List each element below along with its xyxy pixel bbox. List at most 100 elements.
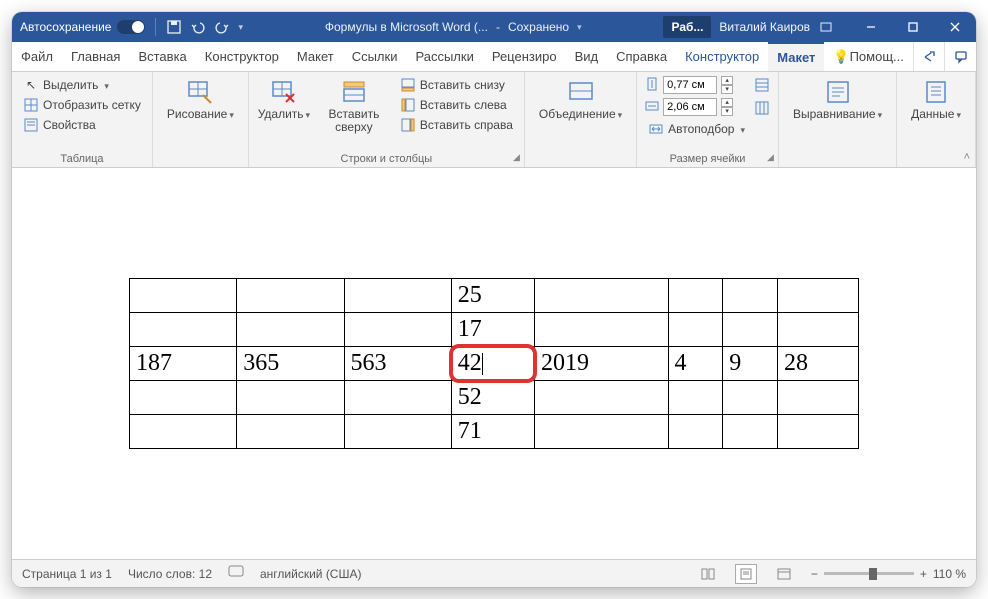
language-indicator[interactable]: английский (США) xyxy=(260,567,361,581)
table-cell[interactable]: 28 xyxy=(777,347,858,381)
zoom-slider[interactable]: − + 110 % xyxy=(811,567,966,581)
minimize-button[interactable] xyxy=(850,12,892,42)
tab-view[interactable]: Вид xyxy=(566,42,608,71)
distribute-cols-icon[interactable] xyxy=(754,100,770,119)
tab-layout[interactable]: Макет xyxy=(288,42,343,71)
tab-home[interactable]: Главная xyxy=(62,42,129,71)
insert-left-button[interactable]: Вставить слева xyxy=(397,96,516,114)
table-cell[interactable] xyxy=(344,313,451,347)
table-cell[interactable] xyxy=(130,415,237,449)
insert-above-button[interactable]: Вставить сверху xyxy=(317,76,391,136)
table-cell[interactable] xyxy=(668,381,723,415)
tab-file[interactable]: Файл xyxy=(12,42,62,71)
tab-tell-me[interactable]: 💡 Помощ... xyxy=(824,42,912,71)
spellcheck-icon[interactable] xyxy=(228,565,244,582)
data-button[interactable]: Данные xyxy=(905,76,967,123)
table-cell[interactable] xyxy=(534,313,668,347)
tab-design[interactable]: Конструктор xyxy=(196,42,288,71)
tab-review[interactable]: Рецензиро xyxy=(483,42,566,71)
table-cell[interactable] xyxy=(723,381,778,415)
document-table[interactable]: 2517 1873655634220194928 5271 xyxy=(129,278,859,449)
autosave-toggle[interactable]: Автосохранение xyxy=(20,20,145,34)
table-cell[interactable] xyxy=(668,415,723,449)
word-count[interactable]: Число слов: 12 xyxy=(128,567,212,581)
table-cell[interactable] xyxy=(237,313,344,347)
table-cell[interactable] xyxy=(777,415,858,449)
select-button[interactable]: ↖Выделить xyxy=(20,76,144,94)
insert-right-button[interactable]: Вставить справа xyxy=(397,116,516,134)
table-cell[interactable] xyxy=(723,415,778,449)
table-cell[interactable] xyxy=(130,313,237,347)
table-cell[interactable]: 2019 xyxy=(534,347,668,381)
table-cell[interactable]: 25 xyxy=(451,279,534,313)
gridlines-button[interactable]: Отобразить сетку xyxy=(20,96,144,114)
autofit-button[interactable]: Автоподбор xyxy=(645,120,748,138)
distribute-rows-icon[interactable] xyxy=(754,77,770,96)
table-cell[interactable]: 187 xyxy=(130,347,237,381)
table-cell[interactable] xyxy=(237,415,344,449)
web-layout-icon[interactable] xyxy=(773,564,795,584)
table-cell[interactable] xyxy=(344,381,451,415)
close-button[interactable] xyxy=(934,12,976,42)
tab-table-layout[interactable]: Макет xyxy=(768,42,824,71)
table-cell[interactable]: 17 xyxy=(451,313,534,347)
table-cell[interactable] xyxy=(237,279,344,313)
read-mode-icon[interactable] xyxy=(697,564,719,584)
ribbon-options-icon[interactable] xyxy=(818,19,834,35)
redo-icon[interactable] xyxy=(214,19,230,35)
table-cell[interactable] xyxy=(534,415,668,449)
table-cell[interactable] xyxy=(130,279,237,313)
dialog-launcher-icon[interactable]: ◢ xyxy=(513,152,520,163)
table-cell[interactable]: 365 xyxy=(237,347,344,381)
table-cell[interactable] xyxy=(777,313,858,347)
toggle-switch[interactable] xyxy=(117,20,145,34)
table-cell[interactable] xyxy=(534,279,668,313)
spin-down-icon[interactable]: ▾ xyxy=(721,107,733,116)
table-cell[interactable]: 71 xyxy=(451,415,534,449)
page-indicator[interactable]: Страница 1 из 1 xyxy=(22,567,112,581)
spin-up-icon[interactable]: ▴ xyxy=(721,76,733,85)
row-height-input[interactable]: ▴▾ xyxy=(645,76,748,94)
zoom-out-button[interactable]: − xyxy=(811,567,818,581)
spin-down-icon[interactable]: ▾ xyxy=(721,85,733,94)
table-cell[interactable] xyxy=(777,381,858,415)
draw-button[interactable]: Рисование xyxy=(161,76,240,123)
comments-button[interactable] xyxy=(944,42,976,71)
table-cell[interactable] xyxy=(130,381,237,415)
merge-button[interactable]: Объединение xyxy=(533,76,628,123)
properties-button[interactable]: Свойства xyxy=(20,116,144,134)
table-cell[interactable] xyxy=(777,279,858,313)
table-cell[interactable] xyxy=(344,415,451,449)
tab-references[interactable]: Ссылки xyxy=(343,42,407,71)
alignment-button[interactable]: Выравнивание xyxy=(787,76,888,123)
zoom-in-button[interactable]: + xyxy=(920,567,927,581)
table-cell[interactable] xyxy=(534,381,668,415)
delete-button[interactable]: Удалить xyxy=(257,76,311,123)
undo-icon[interactable] xyxy=(190,19,206,35)
table-cell[interactable]: 9 xyxy=(723,347,778,381)
share-button[interactable] xyxy=(913,42,945,71)
spin-up-icon[interactable]: ▴ xyxy=(721,98,733,107)
tab-help[interactable]: Справка xyxy=(607,42,676,71)
zoom-level[interactable]: 110 % xyxy=(933,567,966,581)
dialog-launcher-icon[interactable]: ◢ xyxy=(767,152,774,163)
tab-mailings[interactable]: Рассылки xyxy=(406,42,482,71)
table-cell[interactable] xyxy=(723,279,778,313)
table-cell[interactable]: 52 xyxy=(451,381,534,415)
table-cell[interactable] xyxy=(237,381,344,415)
document-tab[interactable]: Раб... xyxy=(663,16,711,38)
table-cell[interactable] xyxy=(723,313,778,347)
tab-insert[interactable]: Вставка xyxy=(129,42,195,71)
table-cell[interactable]: 4 xyxy=(668,347,723,381)
table-cell[interactable]: 563 xyxy=(344,347,451,381)
print-layout-icon[interactable] xyxy=(735,564,757,584)
col-width-input[interactable]: ▴▾ xyxy=(645,98,748,116)
table-cell[interactable] xyxy=(668,313,723,347)
table-cell[interactable] xyxy=(668,279,723,313)
tab-table-design[interactable]: Конструктор xyxy=(676,42,768,71)
maximize-button[interactable] xyxy=(892,12,934,42)
insert-below-button[interactable]: Вставить снизу xyxy=(397,76,516,94)
collapse-ribbon-icon[interactable]: ˄ xyxy=(964,151,970,163)
save-icon[interactable] xyxy=(166,19,182,35)
table-cell[interactable]: 42 xyxy=(451,347,534,381)
